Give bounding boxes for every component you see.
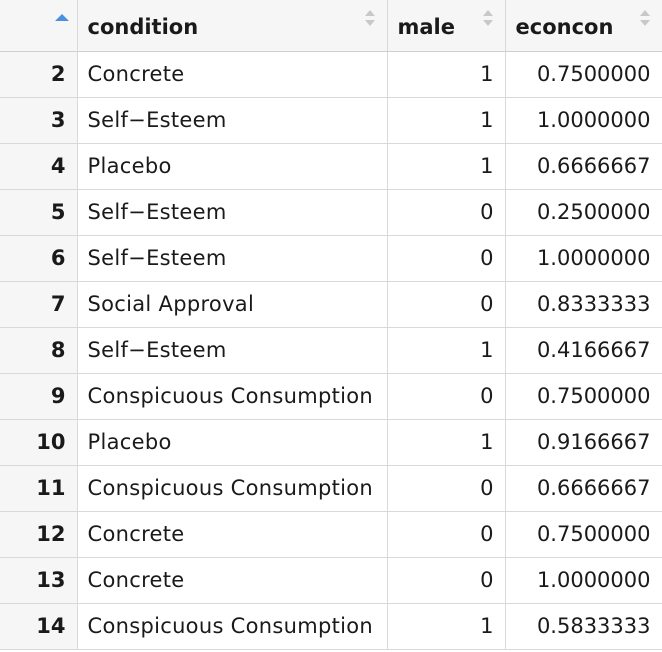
table-row[interactable]: 11 Conspicuous Consumption 0 0.6666667 <box>0 465 662 512</box>
econcon-cell: 0.7500000 <box>505 511 662 558</box>
econcon-cell: 0.9166667 <box>505 419 662 466</box>
male-cell: 1 <box>387 51 506 98</box>
row-index-cell: 6 <box>0 235 78 282</box>
table-row[interactable]: 2 Concrete 1 0.7500000 <box>0 51 662 98</box>
column-header-label: econcon <box>515 15 614 40</box>
econcon-cell: 0.6666667 <box>505 143 662 190</box>
sort-both-icon <box>482 10 493 30</box>
econcon-cell: 0.4166667 <box>505 327 662 374</box>
table-row[interactable]: 12 Concrete 0 0.7500000 <box>0 511 662 558</box>
table-row[interactable]: 5 Self−Esteem 0 0.2500000 <box>0 189 662 236</box>
column-header-label: male <box>397 15 456 40</box>
male-cell: 1 <box>387 419 506 466</box>
condition-cell: Concrete <box>77 511 388 558</box>
condition-cell: Conspicuous Consumption <box>77 373 388 420</box>
table-row[interactable]: 3 Self−Esteem 1 1.0000000 <box>0 97 662 144</box>
row-index-cell: 14 <box>0 603 78 650</box>
condition-cell: Self−Esteem <box>77 235 388 282</box>
row-index-cell: 10 <box>0 419 78 466</box>
table-row[interactable]: 14 Conspicuous Consumption 1 0.5833333 <box>0 603 662 650</box>
column-header-row-index[interactable] <box>0 0 78 52</box>
row-index-cell: 2 <box>0 51 78 98</box>
econcon-cell: 1.0000000 <box>505 235 662 282</box>
male-cell: 0 <box>387 465 506 512</box>
econcon-cell: 0.5833333 <box>505 603 662 650</box>
sort-both-icon <box>364 10 375 30</box>
row-index-cell: 11 <box>0 465 78 512</box>
condition-cell: Self−Esteem <box>77 189 388 236</box>
male-cell: 1 <box>387 603 506 650</box>
male-cell: 0 <box>387 235 506 282</box>
column-header-male[interactable]: male <box>387 0 506 52</box>
male-cell: 0 <box>387 281 506 328</box>
column-header-econcon[interactable]: econcon <box>505 0 662 52</box>
row-index-cell: 9 <box>0 373 78 420</box>
table-row[interactable]: 8 Self−Esteem 1 0.4166667 <box>0 327 662 374</box>
condition-cell: Self−Esteem <box>77 97 388 144</box>
condition-cell: Self−Esteem <box>77 327 388 374</box>
row-index-cell: 3 <box>0 97 78 144</box>
row-index-cell: 8 <box>0 327 78 374</box>
row-index-cell: 13 <box>0 557 78 604</box>
table-row[interactable]: 13 Concrete 0 1.0000000 <box>0 557 662 604</box>
condition-cell: Concrete <box>77 557 388 604</box>
sort-ascending-icon <box>55 14 69 21</box>
table-row[interactable]: 4 Placebo 1 0.6666667 <box>0 143 662 190</box>
sort-both-icon <box>639 10 650 30</box>
row-index-cell: 12 <box>0 511 78 558</box>
table-row[interactable]: 10 Placebo 1 0.9166667 <box>0 419 662 466</box>
male-cell: 0 <box>387 511 506 558</box>
econcon-cell: 0.8333333 <box>505 281 662 328</box>
condition-cell: Placebo <box>77 143 388 190</box>
condition-cell: Conspicuous Consumption <box>77 465 388 512</box>
male-cell: 0 <box>387 373 506 420</box>
data-table: condition male econcon 2 Concrete 1 0.75000… <box>0 0 662 650</box>
male-cell: 1 <box>387 143 506 190</box>
econcon-cell: 1.0000000 <box>505 97 662 144</box>
econcon-cell: 0.7500000 <box>505 51 662 98</box>
table-row[interactable]: 7 Social Approval 0 0.8333333 <box>0 281 662 328</box>
table-row[interactable]: 9 Conspicuous Consumption 0 0.7500000 <box>0 373 662 420</box>
male-cell: 1 <box>387 327 506 374</box>
data-viewer-grid: condition male econcon 2 Concrete 1 0.75000… <box>0 0 662 652</box>
condition-cell: Social Approval <box>77 281 388 328</box>
condition-cell: Placebo <box>77 419 388 466</box>
econcon-cell: 0.2500000 <box>505 189 662 236</box>
condition-cell: Concrete <box>77 51 388 98</box>
male-cell: 0 <box>387 557 506 604</box>
header-row: condition male econcon <box>0 0 662 52</box>
column-header-condition[interactable]: condition <box>77 0 388 52</box>
econcon-cell: 0.7500000 <box>505 373 662 420</box>
row-index-cell: 4 <box>0 143 78 190</box>
row-index-cell: 7 <box>0 281 78 328</box>
row-index-cell: 5 <box>0 189 78 236</box>
econcon-cell: 1.0000000 <box>505 557 662 604</box>
condition-cell: Conspicuous Consumption <box>77 603 388 650</box>
column-header-label: condition <box>87 15 199 40</box>
male-cell: 1 <box>387 97 506 144</box>
table-body: 2 Concrete 1 0.7500000 3 Self−Esteem 1 1.000000… <box>0 51 662 650</box>
table-row[interactable]: 6 Self−Esteem 0 1.0000000 <box>0 235 662 282</box>
male-cell: 0 <box>387 189 506 236</box>
econcon-cell: 0.6666667 <box>505 465 662 512</box>
